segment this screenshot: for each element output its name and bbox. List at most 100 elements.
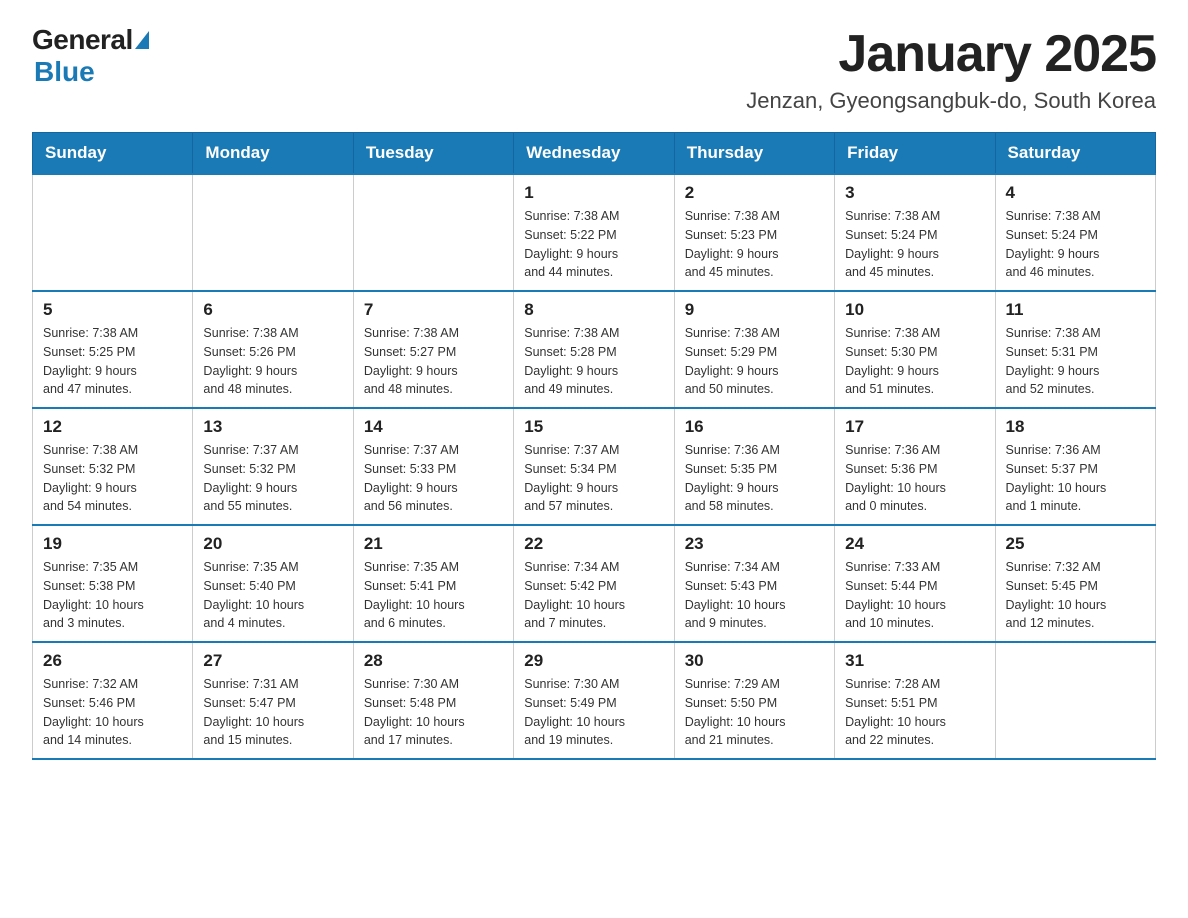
- day-info: Sunrise: 7:37 AMSunset: 5:32 PMDaylight:…: [203, 441, 342, 516]
- calendar-cell: 19Sunrise: 7:35 AMSunset: 5:38 PMDayligh…: [33, 525, 193, 642]
- calendar-cell: 1 Sunrise: 7:38 AMSunset: 5:22 PMDaylight…: [514, 174, 674, 291]
- day-info: Sunrise: 7:32 AMSunset: 5:46 PMDaylight:…: [43, 675, 182, 750]
- day-number: 18: [1006, 417, 1145, 437]
- day-info: Sunrise: 7:38 AMSunset: 5:26 PMDaylight:…: [203, 324, 342, 399]
- page-header: General Blue January 2025 Jenzan, Gyeong…: [32, 24, 1156, 114]
- day-info: Sunrise: 7:38 AMSunset: 5:29 PMDaylight:…: [685, 324, 824, 399]
- day-number: 24: [845, 534, 984, 554]
- day-number: 21: [364, 534, 503, 554]
- calendar-cell: 22Sunrise: 7:34 AMSunset: 5:42 PMDayligh…: [514, 525, 674, 642]
- calendar-cell: 21 Sunrise: 7:35 AMSunset: 5:41 PMDayligh…: [353, 525, 513, 642]
- calendar-cell: 2Sunrise: 7:38 AMSunset: 5:23 PMDaylight…: [674, 174, 834, 291]
- day-info: Sunrise: 7:30 AMSunset: 5:48 PMDaylight:…: [364, 675, 503, 750]
- calendar-cell: 10 Sunrise: 7:38 AMSunset: 5:30 PMDayligh…: [835, 291, 995, 408]
- calendar-cell: 13Sunrise: 7:37 AMSunset: 5:32 PMDayligh…: [193, 408, 353, 525]
- day-info: Sunrise: 7:38 AMSunset: 5:31 PMDaylight:…: [1006, 324, 1145, 399]
- day-info: Sunrise: 7:34 AMSunset: 5:42 PMDaylight:…: [524, 558, 663, 633]
- calendar-week-row: 19Sunrise: 7:35 AMSunset: 5:38 PMDayligh…: [33, 525, 1156, 642]
- day-number: 12: [43, 417, 182, 437]
- calendar-cell: [995, 642, 1155, 759]
- calendar-cell: 14Sunrise: 7:37 AMSunset: 5:33 PMDayligh…: [353, 408, 513, 525]
- day-info: Sunrise: 7:29 AMSunset: 5:50 PMDaylight:…: [685, 675, 824, 750]
- calendar-cell: 18 Sunrise: 7:36 AMSunset: 5:37 PMDayligh…: [995, 408, 1155, 525]
- calendar-cell: 16 Sunrise: 7:36 AMSunset: 5:35 PMDayligh…: [674, 408, 834, 525]
- logo: General Blue: [32, 24, 149, 88]
- day-info: Sunrise: 7:36 AMSunset: 5:36 PMDaylight:…: [845, 441, 984, 516]
- calendar-week-row: 26Sunrise: 7:32 AMSunset: 5:46 PMDayligh…: [33, 642, 1156, 759]
- logo-triangle-icon: [135, 31, 149, 49]
- calendar-cell: 17 Sunrise: 7:36 AMSunset: 5:36 PMDayligh…: [835, 408, 995, 525]
- calendar-cell: 30 Sunrise: 7:29 AMSunset: 5:50 PMDayligh…: [674, 642, 834, 759]
- calendar-cell: 28 Sunrise: 7:30 AMSunset: 5:48 PMDayligh…: [353, 642, 513, 759]
- day-number: 17: [845, 417, 984, 437]
- calendar-table: SundayMondayTuesdayWednesdayThursdayFrid…: [32, 132, 1156, 760]
- day-number: 9: [685, 300, 824, 320]
- calendar-cell: 27Sunrise: 7:31 AMSunset: 5:47 PMDayligh…: [193, 642, 353, 759]
- title-block: January 2025 Jenzan, Gyeongsangbuk-do, S…: [746, 24, 1156, 114]
- day-info: Sunrise: 7:32 AMSunset: 5:45 PMDaylight:…: [1006, 558, 1145, 633]
- calendar-cell: 23Sunrise: 7:34 AMSunset: 5:43 PMDayligh…: [674, 525, 834, 642]
- calendar-cell: 11 Sunrise: 7:38 AMSunset: 5:31 PMDayligh…: [995, 291, 1155, 408]
- day-number: 11: [1006, 300, 1145, 320]
- calendar-cell: 12 Sunrise: 7:38 AMSunset: 5:32 PMDayligh…: [33, 408, 193, 525]
- day-number: 16: [685, 417, 824, 437]
- calendar-week-row: 12 Sunrise: 7:38 AMSunset: 5:32 PMDayligh…: [33, 408, 1156, 525]
- calendar-cell: 7Sunrise: 7:38 AMSunset: 5:27 PMDaylight…: [353, 291, 513, 408]
- calendar-cell: 15 Sunrise: 7:37 AMSunset: 5:34 PMDayligh…: [514, 408, 674, 525]
- day-number: 8: [524, 300, 663, 320]
- day-info: Sunrise: 7:38 AMSunset: 5:32 PMDaylight:…: [43, 441, 182, 516]
- calendar-cell: 4Sunrise: 7:38 AMSunset: 5:24 PMDaylight…: [995, 174, 1155, 291]
- day-number: 23: [685, 534, 824, 554]
- day-info: Sunrise: 7:36 AMSunset: 5:37 PMDaylight:…: [1006, 441, 1145, 516]
- calendar-cell: 24 Sunrise: 7:33 AMSunset: 5:44 PMDayligh…: [835, 525, 995, 642]
- day-number: 30: [685, 651, 824, 671]
- day-info: Sunrise: 7:30 AMSunset: 5:49 PMDaylight:…: [524, 675, 663, 750]
- day-info: Sunrise: 7:33 AMSunset: 5:44 PMDaylight:…: [845, 558, 984, 633]
- day-number: 6: [203, 300, 342, 320]
- calendar-week-row: 1 Sunrise: 7:38 AMSunset: 5:22 PMDaylight…: [33, 174, 1156, 291]
- day-info: Sunrise: 7:38 AMSunset: 5:22 PMDaylight:…: [524, 207, 663, 282]
- day-number: 27: [203, 651, 342, 671]
- weekday-header-friday: Friday: [835, 133, 995, 175]
- day-info: Sunrise: 7:38 AMSunset: 5:24 PMDaylight:…: [845, 207, 984, 282]
- subtitle: Jenzan, Gyeongsangbuk-do, South Korea: [746, 88, 1156, 114]
- day-number: 10: [845, 300, 984, 320]
- calendar-cell: [193, 174, 353, 291]
- calendar-cell: 8 Sunrise: 7:38 AMSunset: 5:28 PMDaylight…: [514, 291, 674, 408]
- day-info: Sunrise: 7:35 AMSunset: 5:41 PMDaylight:…: [364, 558, 503, 633]
- weekday-header-monday: Monday: [193, 133, 353, 175]
- day-number: 1: [524, 183, 663, 203]
- logo-general-text: General: [32, 24, 133, 56]
- day-number: 15: [524, 417, 663, 437]
- weekday-header-tuesday: Tuesday: [353, 133, 513, 175]
- calendar-cell: 3 Sunrise: 7:38 AMSunset: 5:24 PMDaylight…: [835, 174, 995, 291]
- calendar-cell: 5Sunrise: 7:38 AMSunset: 5:25 PMDaylight…: [33, 291, 193, 408]
- day-info: Sunrise: 7:35 AMSunset: 5:38 PMDaylight:…: [43, 558, 182, 633]
- day-number: 31: [845, 651, 984, 671]
- calendar-cell: 26Sunrise: 7:32 AMSunset: 5:46 PMDayligh…: [33, 642, 193, 759]
- weekday-header-saturday: Saturday: [995, 133, 1155, 175]
- day-info: Sunrise: 7:37 AMSunset: 5:33 PMDaylight:…: [364, 441, 503, 516]
- day-number: 28: [364, 651, 503, 671]
- day-number: 25: [1006, 534, 1145, 554]
- day-number: 29: [524, 651, 663, 671]
- logo-blue-text: Blue: [34, 56, 95, 88]
- day-number: 3: [845, 183, 984, 203]
- calendar-cell: 20Sunrise: 7:35 AMSunset: 5:40 PMDayligh…: [193, 525, 353, 642]
- calendar-cell: 9 Sunrise: 7:38 AMSunset: 5:29 PMDaylight…: [674, 291, 834, 408]
- day-info: Sunrise: 7:28 AMSunset: 5:51 PMDaylight:…: [845, 675, 984, 750]
- calendar-week-row: 5Sunrise: 7:38 AMSunset: 5:25 PMDaylight…: [33, 291, 1156, 408]
- day-info: Sunrise: 7:38 AMSunset: 5:23 PMDaylight:…: [685, 207, 824, 282]
- calendar-cell: 6 Sunrise: 7:38 AMSunset: 5:26 PMDaylight…: [193, 291, 353, 408]
- day-info: Sunrise: 7:37 AMSunset: 5:34 PMDaylight:…: [524, 441, 663, 516]
- day-number: 4: [1006, 183, 1145, 203]
- weekday-header-sunday: Sunday: [33, 133, 193, 175]
- day-info: Sunrise: 7:38 AMSunset: 5:28 PMDaylight:…: [524, 324, 663, 399]
- calendar-cell: 29 Sunrise: 7:30 AMSunset: 5:49 PMDayligh…: [514, 642, 674, 759]
- weekday-header-wednesday: Wednesday: [514, 133, 674, 175]
- calendar-cell: 25 Sunrise: 7:32 AMSunset: 5:45 PMDayligh…: [995, 525, 1155, 642]
- day-info: Sunrise: 7:36 AMSunset: 5:35 PMDaylight:…: [685, 441, 824, 516]
- day-number: 20: [203, 534, 342, 554]
- main-title: January 2025: [746, 24, 1156, 84]
- day-info: Sunrise: 7:38 AMSunset: 5:30 PMDaylight:…: [845, 324, 984, 399]
